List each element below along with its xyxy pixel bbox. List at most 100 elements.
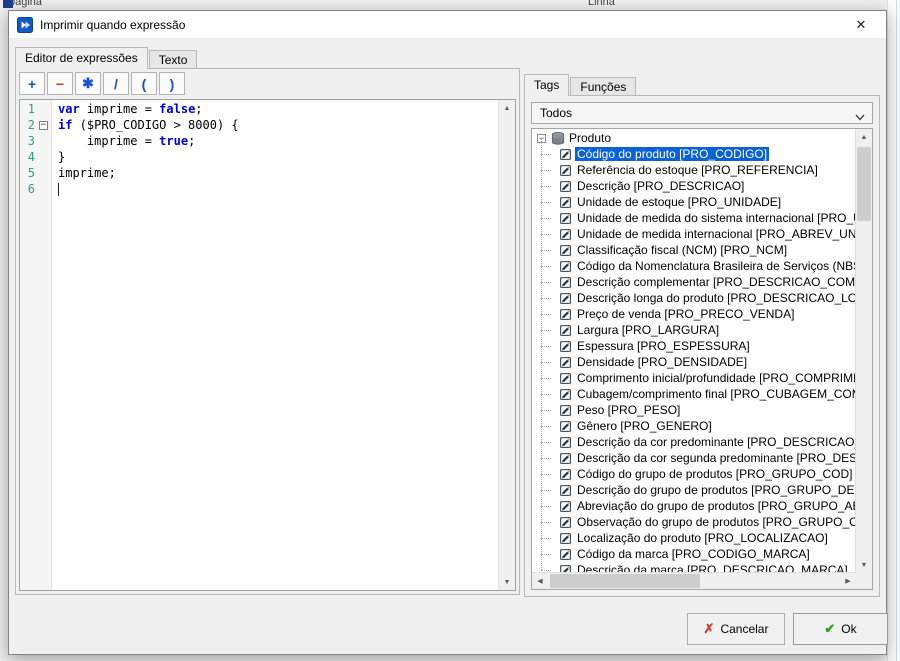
tree-item[interactable]: Observação do grupo de produtos [PRO_GRU… (535, 514, 856, 530)
tree-item-label: Cubagem/comprimento final [PRO_CUBAGEM_C… (575, 387, 856, 401)
close-paren-icon: ) (170, 76, 175, 92)
tag-edit-icon (559, 484, 572, 497)
tree-item[interactable]: Unidade de estoque [PRO_UNIDADE] (535, 194, 856, 210)
tree-item[interactable]: Referência do estoque [PRO_REFERENCIA] (535, 162, 856, 178)
tree-vscrollbar[interactable]: ▲ ▼ (855, 129, 872, 573)
scroll-up-icon[interactable]: ▲ (856, 129, 872, 145)
tree-hscrollbar[interactable]: ◀ ▶ (532, 572, 856, 589)
tree-content: −ProdutoCódigo do produto [PRO_CODIGO]Re… (532, 129, 856, 573)
tree-item[interactable]: Comprimento inicial/profundidade [PRO_CO… (535, 370, 856, 386)
tree-item[interactable]: Descrição da cor predominante [PRO_DESCR… (535, 434, 856, 450)
tag-edit-icon (559, 228, 572, 241)
tree-item-label: Unidade de medida do sistema internacion… (575, 211, 856, 225)
ok-button[interactable]: ✔ Ok (793, 613, 888, 645)
scroll-left-icon[interactable]: ◀ (532, 573, 548, 589)
tree-item[interactable]: Classificação fiscal (NCM) [PRO_NCM] (535, 242, 856, 258)
divide-icon: / (114, 76, 118, 92)
tag-edit-icon (559, 436, 572, 449)
scroll-up-icon[interactable]: ▲ (499, 100, 515, 116)
tree-item-label: Comprimento inicial/profundidade [PRO_CO… (575, 371, 856, 385)
tree-item[interactable]: Código do grupo de produtos [PRO_GRUPO_C… (535, 466, 856, 482)
tree-item[interactable]: Abreviação do grupo de produtos [PRO_GRU… (535, 498, 856, 514)
tree-hscroll-thumb[interactable] (550, 574, 700, 588)
code-line (58, 182, 498, 198)
tree-item[interactable]: Unidade de medida do sistema internacion… (535, 210, 856, 226)
line-number: 4 (20, 150, 35, 164)
close-icon[interactable]: ✕ (844, 14, 878, 36)
tree-item[interactable]: Descrição longa do produto [PRO_DESCRICA… (535, 290, 856, 306)
tree-item[interactable]: Cubagem/comprimento final [PRO_CUBAGEM_C… (535, 386, 856, 402)
add-button[interactable]: + (19, 72, 45, 95)
scroll-right-icon[interactable]: ▶ (840, 573, 856, 589)
tab-editor-de-expressoes[interactable]: Editor de expressões (15, 47, 148, 68)
editor-gutter: 12−3456 (20, 100, 52, 590)
tags-tree[interactable]: −ProdutoCódigo do produto [PRO_CODIGO]Re… (531, 128, 873, 590)
tree-item-label: Peso [PRO_PESO] (575, 403, 682, 417)
editor-code[interactable]: var imprime = false;if ($PRO_CODIGO > 80… (52, 100, 498, 590)
background-text-pagina: página (9, 0, 42, 8)
line-number: 5 (20, 166, 35, 180)
subtract-button[interactable]: − (47, 72, 73, 95)
tree-item[interactable]: Espessura [PRO_ESPESSURA] (535, 338, 856, 354)
tag-edit-icon (559, 212, 572, 225)
multiply-button[interactable]: ✱ (75, 72, 101, 95)
tree-item[interactable]: Descrição complementar [PRO_DESCRICAO_CO… (535, 274, 856, 290)
divide-button[interactable]: / (103, 72, 129, 95)
cancel-label: Cancelar (720, 622, 768, 636)
tab-funcoes[interactable]: Funções (570, 77, 636, 95)
tree-item-label: Referência do estoque [PRO_REFERENCIA] (575, 163, 820, 177)
line-number: 6 (20, 182, 35, 196)
expression-editor-page: +−✱/() 12−3456 var imprime = false;if ($… (15, 68, 520, 595)
tree-item-label: Largura [PRO_LARGURA] (575, 323, 721, 337)
tree-item[interactable]: Densidade [PRO_DENSIDADE] (535, 354, 856, 370)
tree-item[interactable]: Peso [PRO_PESO] (535, 402, 856, 418)
tab-texto[interactable]: Texto (149, 50, 198, 68)
dialog-app-icon (17, 17, 33, 33)
open-paren-button[interactable]: ( (131, 72, 157, 95)
ok-check-icon: ✔ (824, 621, 835, 637)
tag-edit-icon (559, 292, 572, 305)
tree-item[interactable]: Preço de venda [PRO_PRECO_VENDA] (535, 306, 856, 322)
tree-root-produto[interactable]: −Produto (535, 130, 856, 146)
tag-edit-icon (559, 260, 572, 273)
tree-item[interactable]: Gênero [PRO_GENERO] (535, 418, 856, 434)
tree-item[interactable]: Código do produto [PRO_CODIGO] (535, 146, 856, 162)
cancel-x-icon: ✗ (704, 621, 715, 637)
close-paren-button[interactable]: ) (159, 72, 185, 95)
add-icon: + (28, 76, 36, 92)
tree-item[interactable]: Descrição do grupo de produtos [PRO_GRUP… (535, 482, 856, 498)
tree-item[interactable]: Código da marca [PRO_CODIGO_MARCA] (535, 546, 856, 562)
scroll-down-icon[interactable]: ▼ (856, 557, 872, 573)
tree-item-label: Classificação fiscal (NCM) [PRO_NCM] (575, 243, 789, 257)
dialog-title: Imprimir quando expressão (40, 18, 185, 32)
multiply-icon: ✱ (82, 75, 94, 92)
open-paren-icon: ( (142, 76, 147, 92)
tree-item-label: Gênero [PRO_GENERO] (575, 419, 714, 433)
tree-item[interactable]: Descrição [PRO_DESCRICAO] (535, 178, 856, 194)
chevron-down-icon (855, 110, 865, 124)
code-editor[interactable]: 12−3456 var imprime = false;if ($PRO_COD… (19, 99, 516, 591)
tree-item-label: Código da marca [PRO_CODIGO_MARCA] (575, 547, 812, 561)
tree-item-label: Descrição da cor segunda predominante [P… (575, 451, 856, 465)
tree-item[interactable]: Código da Nomenclatura Brasileira de Ser… (535, 258, 856, 274)
line-number: 3 (20, 134, 35, 148)
tags-filter-dropdown[interactable]: Todos (531, 102, 873, 124)
tree-vscroll-thumb[interactable] (857, 147, 871, 221)
tree-item[interactable]: Largura [PRO_LARGURA] (535, 322, 856, 338)
tag-edit-icon (559, 244, 572, 257)
cancel-button[interactable]: ✗ Cancelar (687, 613, 785, 645)
tree-item[interactable]: Unidade de medida internacional [PRO_ABR… (535, 226, 856, 242)
tree-item[interactable]: Localização do produto [PRO_LOCALIZACAO] (535, 530, 856, 546)
line-number: 1 (20, 102, 35, 116)
tab-tags[interactable]: Tags (524, 74, 569, 95)
tag-edit-icon (559, 532, 572, 545)
code-fold-icon[interactable]: − (39, 121, 48, 130)
scroll-down-icon[interactable]: ▼ (499, 574, 515, 590)
tree-item-label: Descrição [PRO_DESCRICAO] (575, 179, 746, 193)
tree-item[interactable]: Descrição da cor segunda predominante [P… (535, 450, 856, 466)
tag-edit-icon (559, 276, 572, 289)
tag-edit-icon (559, 340, 572, 353)
editor-vscrollbar[interactable]: ▲ ▼ (498, 100, 515, 590)
tags-page: Todos −ProdutoCódigo do produto [PRO_COD… (524, 95, 880, 597)
expression-toolbar: +−✱ / () (19, 72, 185, 95)
